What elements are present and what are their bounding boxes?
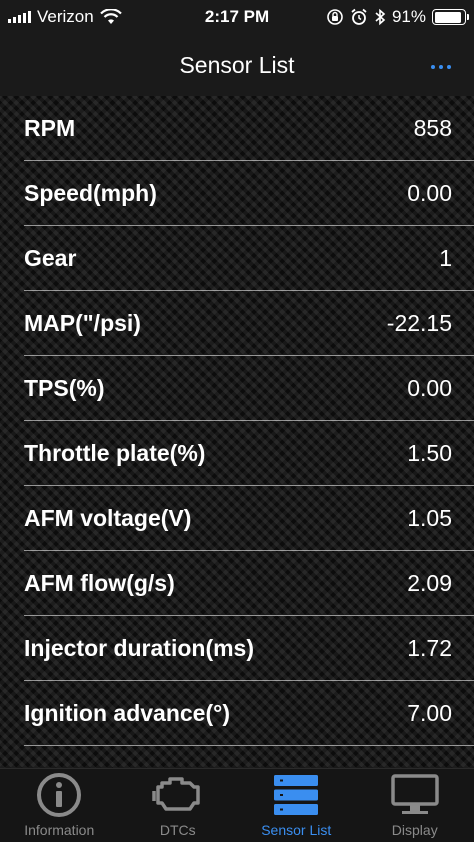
more-options-button[interactable] [426,52,456,82]
sensor-row-rpm[interactable]: RPM 858 [0,96,474,161]
tab-information[interactable]: Information [0,769,119,842]
orientation-lock-icon [327,9,343,25]
battery-percent: 91% [391,7,426,26]
sensor-label: Throttle plate(%) [24,440,206,466]
sensor-row-afm-flow[interactable]: AFM flow(g/s) 2.09 [0,551,474,616]
list-icon [266,769,326,820]
sensor-value: 0.00 [407,180,452,206]
sensor-row-tps[interactable]: TPS(%) 0.00 [0,356,474,421]
tab-bar: Information DTCs Sensor List Display [0,768,474,842]
sensor-value: 1.05 [407,505,452,531]
sensor-value: -22.15 [386,310,452,336]
engine-icon [148,769,208,820]
battery-icon [432,9,469,25]
sensor-row-injector-duration[interactable]: Injector duration(ms) 1.72 [0,616,474,681]
tab-label: Sensor List [261,822,332,838]
sensor-label: Speed(mph) [24,180,157,206]
sensor-label: Injector duration(ms) [24,635,255,661]
sensor-label: Ignition advance(°) [24,700,230,726]
battery-level-fill [434,11,461,23]
carrier-label: Verizon [37,7,94,26]
tab-display[interactable]: Display [356,769,474,842]
sensor-value: 858 [413,115,452,141]
sensor-label: AFM flow(g/s) [24,570,175,596]
tab-label: Information [24,822,95,838]
bluetooth-icon [375,8,386,26]
ellipsis-icon [431,65,451,69]
sensor-value: 1 [439,245,452,271]
sensor-row-afm-voltage[interactable]: AFM voltage(V) 1.05 [0,486,474,551]
sensor-label: MAP("/psi) [24,310,141,336]
sensor-label: Gear [24,245,77,271]
status-right: 91% [326,0,469,34]
status-bar: Verizon 2:17 PM 91% [0,0,474,34]
wifi-icon [99,9,122,24]
tab-dtcs[interactable]: DTCs [119,769,238,842]
monitor-icon [385,769,445,820]
page-title: Sensor List [179,51,295,78]
sensor-value: 2.09 [407,570,452,596]
signal-icon [8,11,31,23]
sensor-list[interactable]: RPM 858 Speed(mph) 0.00 Gear 1 MAP("/psi… [0,96,474,768]
sensor-row-throttle-plate[interactable]: Throttle plate(%) 1.50 [0,421,474,486]
status-left: Verizon [8,0,122,34]
sensor-value: 1.50 [407,440,452,466]
sensor-value: 1.72 [407,635,452,661]
sensor-label: RPM [24,115,76,141]
alarm-icon [351,8,367,25]
sensor-row-speed[interactable]: Speed(mph) 0.00 [0,161,474,226]
tab-sensor-list[interactable]: Sensor List [237,769,356,842]
sensor-value: 7.00 [407,700,452,726]
sensor-label: TPS(%) [24,375,105,401]
sensor-row-ignition-advance[interactable]: Ignition advance(°) 7.00 [0,681,474,746]
navigation-bar: Sensor List [0,34,474,96]
info-icon [29,769,89,820]
sensor-value: 0.00 [407,375,452,401]
sensor-row-gear[interactable]: Gear 1 [0,226,474,291]
sensor-label: AFM voltage(V) [24,505,192,531]
tab-label: DTCs [159,822,196,838]
tab-label: Display [391,822,438,838]
sensor-row-map[interactable]: MAP("/psi) -22.15 [0,291,474,356]
